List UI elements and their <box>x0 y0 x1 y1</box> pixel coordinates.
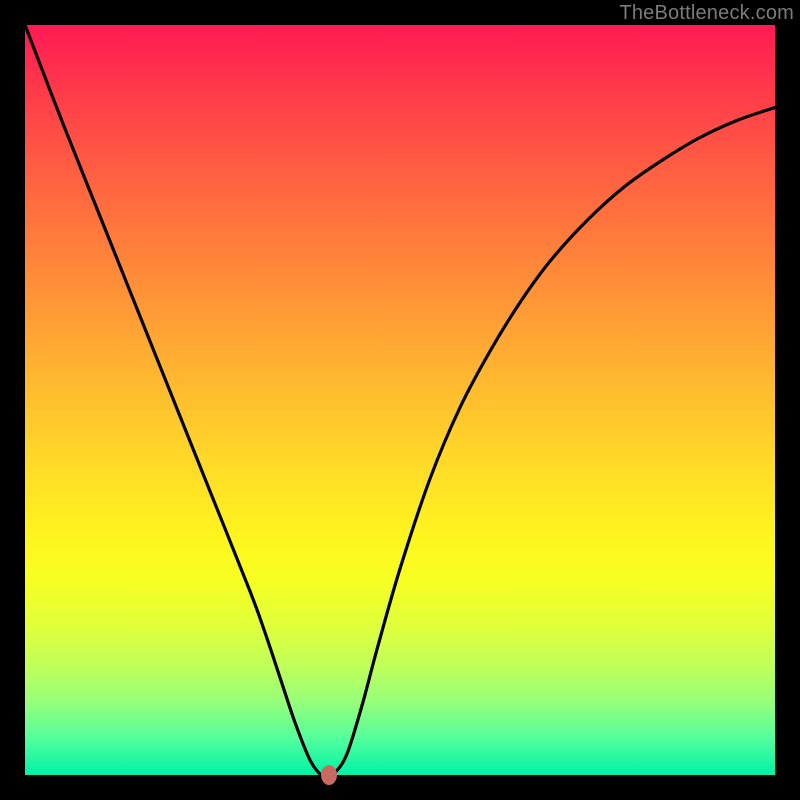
chart-frame: TheBottleneck.com <box>0 0 800 800</box>
bottleneck-curve <box>25 25 775 775</box>
plot-area <box>25 25 775 775</box>
watermark-text: TheBottleneck.com <box>619 2 794 25</box>
minimum-marker <box>321 765 337 785</box>
